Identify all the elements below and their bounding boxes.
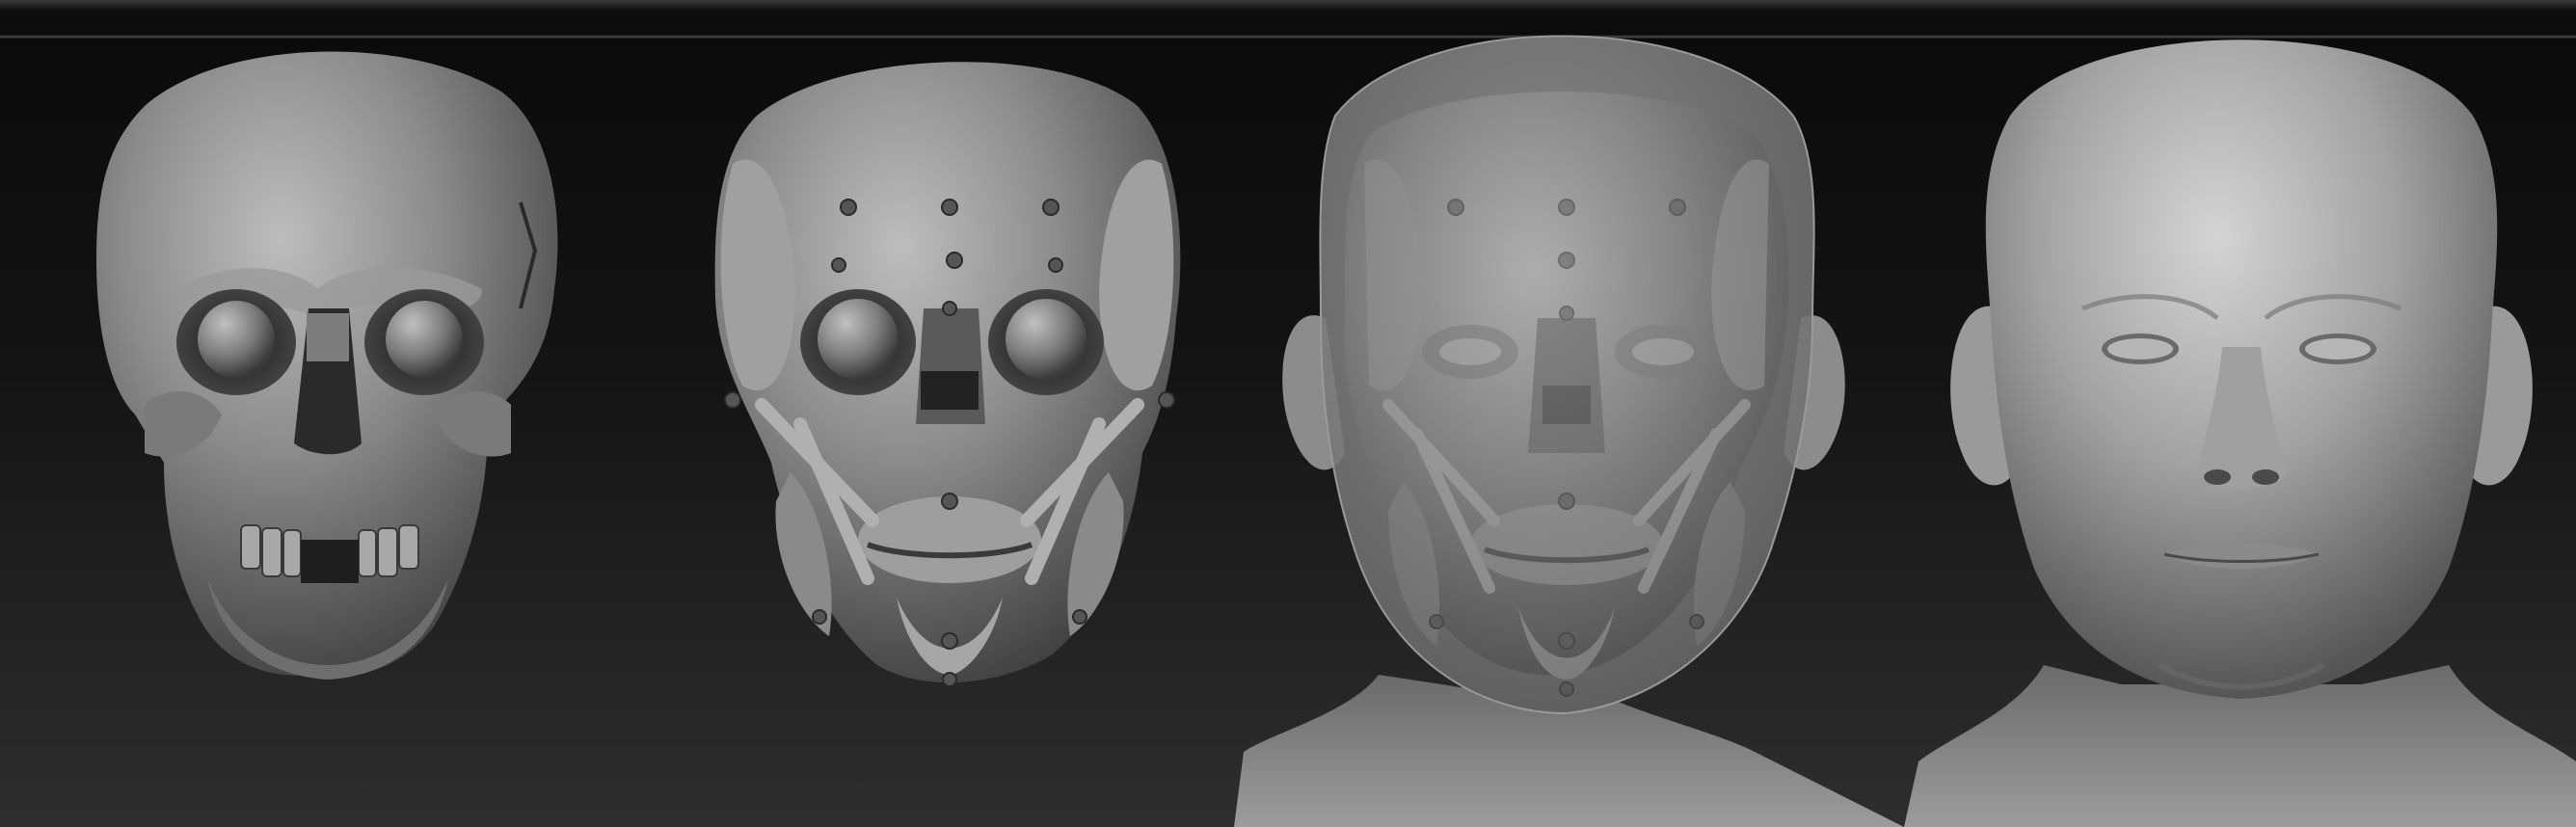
stage-finished-head <box>1904 40 2576 827</box>
stage-translucent-skin <box>1234 35 1904 827</box>
stage-skull <box>96 51 558 680</box>
stage-muscle-markers <box>714 62 1181 687</box>
zbrush-viewport[interactable] <box>0 0 2576 827</box>
render-canvas <box>96 35 2576 827</box>
